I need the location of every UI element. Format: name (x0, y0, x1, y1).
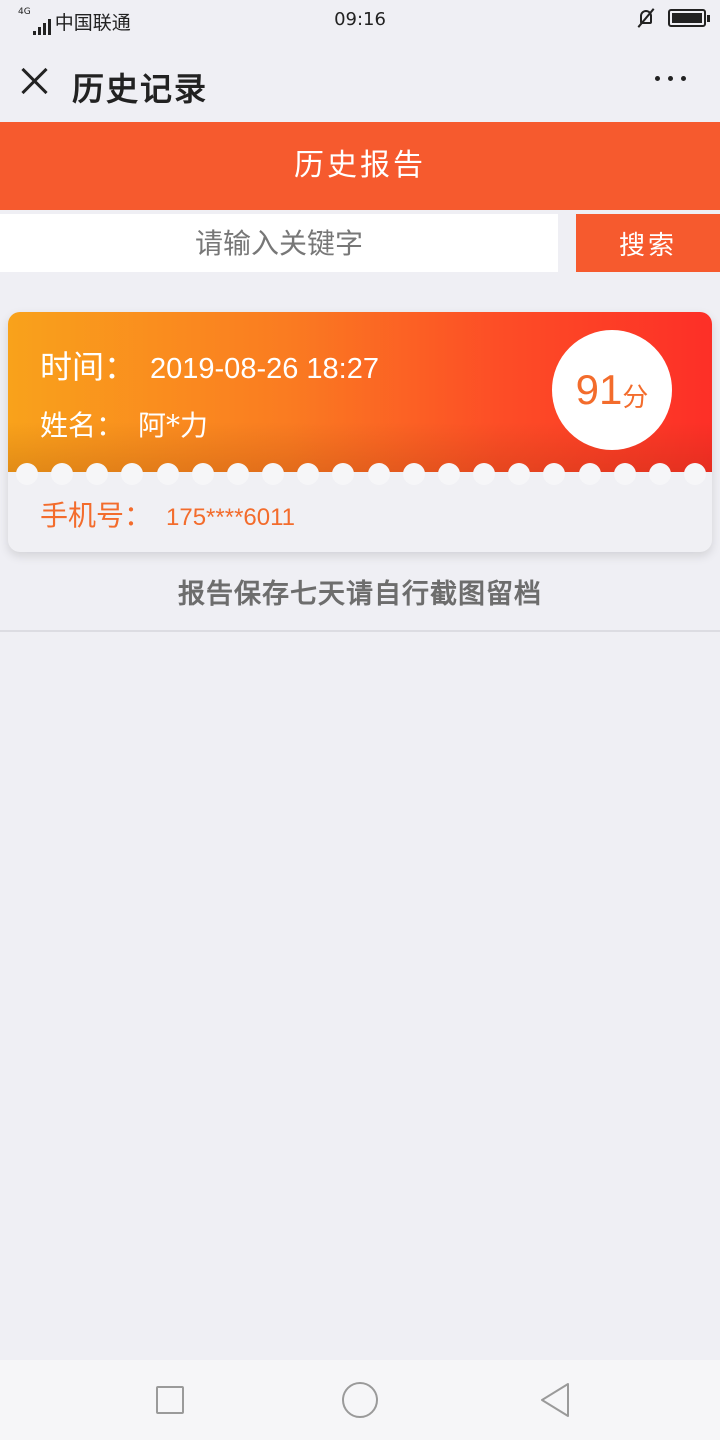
retention-notice: 报告保存七天请自行截图留档 (178, 579, 542, 610)
close-icon[interactable] (20, 66, 50, 96)
report-card-header: 时间： 2019-08-26 18:27 姓名： 阿*力 91 分 (8, 312, 712, 472)
recent-apps-icon[interactable] (156, 1386, 184, 1414)
time-label: 时间： (40, 348, 137, 386)
name-label: 姓名： (40, 409, 125, 442)
time-value: 2019-08-26 18:27 (150, 353, 379, 385)
system-nav-bar (0, 1360, 720, 1440)
status-time: 09:16 (334, 9, 386, 30)
score-unit: 分 (622, 382, 649, 413)
phone-label: 手机号： (40, 499, 153, 532)
score-value: 91 (575, 366, 623, 413)
report-name-row: 姓名： 阿*力 (40, 404, 208, 444)
status-bar: 4G 中国联通 09:16 (0, 0, 720, 40)
card-scallop-divider (16, 463, 706, 485)
back-icon[interactable] (538, 1382, 572, 1418)
more-icon[interactable] (655, 76, 686, 81)
report-list: 时间： 2019-08-26 18:27 姓名： 阿*力 91 分 手机号： 175**… (0, 290, 720, 632)
name-value: 阿*力 (138, 409, 209, 442)
report-card[interactable]: 时间： 2019-08-26 18:27 姓名： 阿*力 91 分 手机号： 175**… (8, 312, 712, 552)
report-phone-row: 手机号： 175****6011 (40, 494, 295, 534)
status-right (636, 8, 710, 28)
report-header: 历史报告 (0, 122, 720, 210)
report-time-row: 时间： 2019-08-26 18:27 (40, 342, 379, 388)
home-icon[interactable] (342, 1382, 378, 1418)
phone-value: 175****6011 (166, 504, 296, 531)
mute-icon (636, 8, 656, 28)
battery-icon (668, 9, 710, 27)
search-input[interactable] (0, 214, 558, 272)
search-button[interactable]: 搜索 (576, 214, 720, 272)
page-title: 历史记录 (72, 70, 209, 108)
score-badge: 91 分 (552, 330, 672, 450)
nav-bar: 历史记录 (0, 40, 720, 122)
